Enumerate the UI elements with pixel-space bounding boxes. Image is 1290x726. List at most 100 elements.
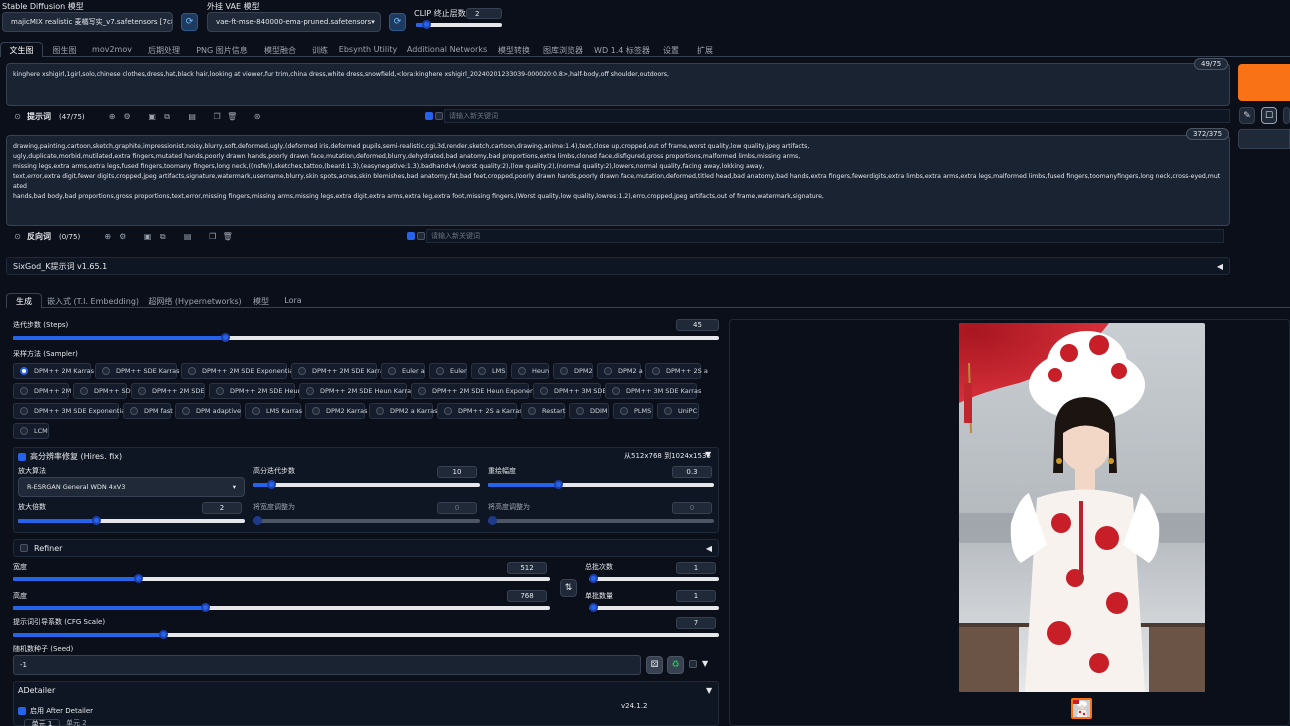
checkbox[interactable]	[435, 112, 443, 120]
hires-steps-slider[interactable]	[253, 480, 480, 489]
negative-keyword-input[interactable]: 请输入新关键词	[426, 229, 1224, 243]
clip-input[interactable]: 2	[466, 8, 502, 19]
sampler-option[interactable]: UniPC	[657, 403, 699, 419]
negative-keyword-toggle[interactable]	[407, 232, 425, 240]
sampler-option[interactable]: LMS Karras	[245, 403, 302, 419]
scale-input[interactable]: 2	[202, 502, 242, 514]
sampler-option[interactable]: DPM2 Karras	[305, 403, 367, 419]
tab-models[interactable]: 模型	[246, 293, 276, 308]
gear-icon[interactable]: ⚙	[122, 111, 133, 122]
sampler-option[interactable]: DPM adaptive	[175, 403, 241, 419]
sampler-option[interactable]: Heun	[511, 363, 549, 379]
checkbox[interactable]	[417, 232, 425, 240]
chevron-down-icon[interactable]: ▼	[702, 659, 708, 668]
sampler-option[interactable]: DPM++ 2M SDE Heun Exponential	[411, 383, 544, 399]
scale-slider[interactable]	[18, 516, 245, 525]
width-input[interactable]: 512	[507, 562, 547, 574]
checkbox-checked[interactable]	[407, 232, 415, 240]
tab-extras[interactable]: 后期处理	[138, 42, 190, 57]
sampler-option[interactable]: DPM++ 2M SDE Exponential	[181, 363, 295, 379]
sampler-option[interactable]: LCM	[13, 423, 49, 439]
sampler-option[interactable]: DPM++ 2M SDE Heun Karras	[299, 383, 415, 399]
pencil-icon[interactable]: ✎	[1239, 107, 1255, 124]
sampler-option[interactable]: Euler	[429, 363, 467, 379]
tab-lora[interactable]: Lora	[276, 293, 310, 308]
sampler-option[interactable]: DPM2	[553, 363, 593, 379]
sampler-option[interactable]: DPM fast	[123, 403, 173, 419]
clip-icon[interactable]	[1283, 107, 1290, 124]
output-image[interactable]	[959, 323, 1205, 692]
sampler-option[interactable]: DPM++ 2M SDE Karras	[291, 363, 387, 379]
sixgod-accordion[interactable]: SixGod_K提示词 v1.65.1 ◀	[6, 257, 1230, 275]
chevron-down-icon[interactable]: ▼	[705, 450, 711, 459]
denoise-slider[interactable]	[488, 480, 714, 489]
collapse-icon[interactable]: ⊙	[12, 111, 23, 122]
refresh-icon[interactable]: ⟳	[181, 13, 198, 31]
batch-size-input[interactable]: 1	[676, 590, 716, 602]
tab-additional-networks[interactable]: Additional Networks	[402, 42, 492, 57]
sampler-option[interactable]: Euler a	[381, 363, 425, 379]
adetailer-tab-unit2[interactable]: 单元 2	[66, 719, 96, 726]
hires-fix-toggle[interactable]: 高分辨率修复 (Hires. fix)	[18, 451, 122, 462]
refiner-accordion[interactable]: Refiner ◀	[13, 539, 719, 557]
adetailer-enable-toggle[interactable]: 启用 After Detailer	[18, 706, 93, 716]
prompt-keyword-toggle[interactable]	[425, 112, 443, 120]
paste-icon[interactable]: ⧉	[157, 231, 168, 242]
resize-width-slider[interactable]	[253, 516, 480, 525]
sampler-option[interactable]: DPM++ 3M SDE Karras	[605, 383, 701, 399]
hires-steps-input[interactable]: 10	[437, 466, 477, 478]
tab-merge[interactable]: 模型融合	[254, 42, 306, 57]
adetailer-tab-unit1[interactable]: 单元 1	[24, 719, 60, 726]
globe-icon[interactable]: ⊕	[107, 111, 118, 122]
tab-train[interactable]: 训练	[306, 42, 334, 57]
sampler-option[interactable]: DPM++ 2S a	[645, 363, 708, 379]
tab-model-convert[interactable]: 模型转换	[492, 42, 536, 57]
sampler-option[interactable]: DPM++ 3M SDE	[533, 383, 607, 399]
history-icon[interactable]: ▤	[187, 111, 198, 122]
prompt-keyword-input[interactable]: 请输入新关键词	[444, 109, 1230, 123]
checkbox-checked[interactable]	[425, 112, 433, 120]
sampler-option[interactable]: Restart	[521, 403, 565, 419]
generate-button[interactable]	[1238, 64, 1290, 101]
sampler-option[interactable]: DPM++ 2M SDE	[131, 383, 205, 399]
trash-icon[interactable]: 🗑	[227, 111, 238, 122]
resize-height-slider[interactable]	[488, 516, 714, 525]
negative-prompt-textarea[interactable]: drawing,painting,cartoon,sketch,graphite…	[6, 135, 1230, 226]
output-thumbnail[interactable]	[1071, 698, 1092, 719]
sampler-option[interactable]: DPM++ 2M	[13, 383, 71, 399]
image-icon[interactable]: ▣	[147, 111, 158, 122]
refresh-icon[interactable]: ⟳	[389, 13, 406, 31]
sampler-option[interactable]: DDIM	[569, 403, 609, 419]
steps-slider[interactable]	[13, 333, 719, 342]
sampler-option[interactable]: DPM++ SDE	[73, 383, 135, 399]
sampler-option[interactable]: DPM++ 2M SDE Heun	[209, 383, 302, 399]
tab-ebsynth[interactable]: Ebsynth Utility	[334, 42, 402, 57]
styles-select[interactable]	[1238, 129, 1290, 149]
upscaler-select[interactable]: R-ESRGAN General WDN 4xV3 ▾	[18, 477, 245, 497]
chevron-down-icon[interactable]: ▼	[706, 686, 712, 695]
history-icon[interactable]: ▤	[182, 231, 193, 242]
resize-height-input[interactable]: 0	[672, 502, 712, 514]
prompt-textarea[interactable]: kinghere xshigirl,1girl,solo,chinese clo…	[6, 63, 1230, 106]
sampler-option[interactable]: DPM++ 2M Karras	[13, 363, 94, 379]
gear-icon[interactable]: ⚙	[117, 231, 128, 242]
square-icon[interactable]: ☐	[1261, 107, 1277, 124]
sampler-option[interactable]: DPM2 a Karras	[369, 403, 438, 419]
image-icon[interactable]: ▣	[142, 231, 153, 242]
checkbox-checked[interactable]	[18, 707, 26, 715]
tab-img2img[interactable]: 图生图	[43, 42, 86, 57]
tab-settings[interactable]: 设置	[654, 42, 688, 57]
denoise-input[interactable]: 0.3	[672, 466, 712, 478]
seed-extra-toggle[interactable]	[689, 660, 697, 670]
dice-icon[interactable]: ⚄	[646, 656, 663, 674]
sampler-option[interactable]: DPM++ 2S a Karras	[437, 403, 523, 419]
height-input[interactable]: 768	[507, 590, 547, 602]
copy-icon[interactable]: ❐	[207, 231, 218, 242]
cfg-input[interactable]: 7	[676, 617, 716, 629]
clip-slider[interactable]	[416, 20, 502, 29]
checkbox[interactable]	[689, 660, 697, 668]
sampler-option[interactable]: DPM2 a	[597, 363, 643, 379]
height-slider[interactable]	[13, 603, 550, 612]
sampler-option[interactable]: DPM++ SDE Karras	[95, 363, 180, 379]
paste-icon[interactable]: ⧉	[162, 111, 173, 122]
